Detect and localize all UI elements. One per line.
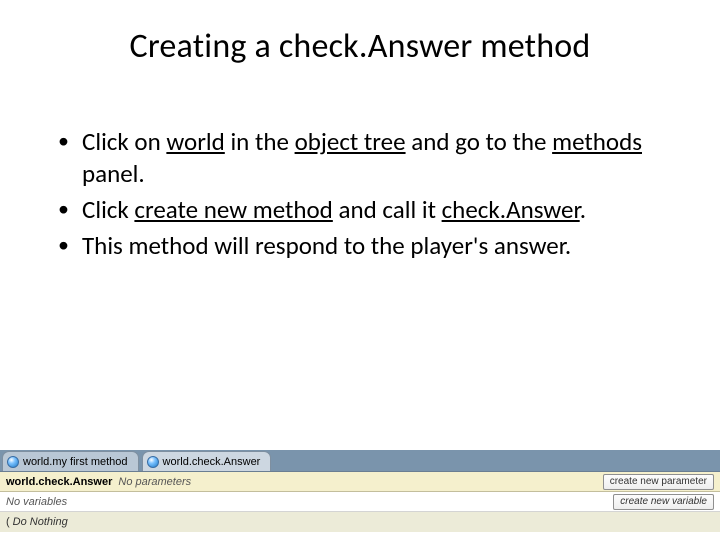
method-name: world.check.Answer bbox=[6, 476, 112, 488]
bullet-text: check.Answer bbox=[442, 194, 580, 225]
open-brace-icon: ( bbox=[6, 516, 10, 528]
bullet-text: Click bbox=[82, 194, 134, 225]
tab[interactable]: world.my first method bbox=[2, 451, 139, 471]
bullet-text: world bbox=[166, 126, 224, 157]
tab-label: world.check.Answer bbox=[163, 456, 261, 468]
method-body-row: ( Do Nothing bbox=[0, 512, 720, 532]
bullet-text: panel. bbox=[82, 158, 145, 189]
bullet-text: methods bbox=[552, 126, 642, 157]
bullet-text: Click on bbox=[82, 126, 166, 157]
bullet-text: and call it bbox=[333, 194, 442, 225]
bullet-text: and go to the bbox=[406, 126, 553, 157]
create-new-variable-button[interactable]: create new variable bbox=[613, 494, 714, 510]
bullet-item: Click create new method and call it chec… bbox=[54, 194, 680, 226]
bullet-text: . bbox=[580, 194, 586, 225]
no-vars-text: No variables bbox=[6, 496, 67, 508]
bullet-text: in the bbox=[225, 126, 295, 157]
variables-row: No variables create new variable bbox=[0, 492, 720, 512]
do-nothing-text: Do Nothing bbox=[13, 516, 68, 528]
tab[interactable]: world.check.Answer bbox=[142, 451, 272, 471]
world-icon bbox=[7, 456, 19, 468]
world-icon bbox=[147, 456, 159, 468]
slide-body: Click on world in the object tree and go… bbox=[54, 126, 680, 266]
bullet-text: create new method bbox=[134, 194, 332, 225]
tab-bar: world.my first method world.check.Answer bbox=[0, 450, 720, 472]
create-new-parameter-button[interactable]: create new parameter bbox=[603, 474, 714, 490]
no-params-text: No parameters bbox=[118, 476, 191, 488]
bullet-text: This method will respond to the player's… bbox=[82, 230, 571, 261]
bullet-list: Click on world in the object tree and go… bbox=[54, 126, 680, 262]
slide-title: Creating a check.Answer method bbox=[0, 26, 720, 67]
signature-row: world.check.Answer No parameters create … bbox=[0, 472, 720, 492]
bullet-item: Click on world in the object tree and go… bbox=[54, 126, 680, 190]
bullet-item: This method will respond to the player's… bbox=[54, 230, 680, 262]
bullet-text: object tree bbox=[295, 126, 406, 157]
tab-label: world.my first method bbox=[23, 456, 128, 468]
method-editor: world.my first method world.check.Answer … bbox=[0, 450, 720, 532]
slide: Creating a check.Answer method Click on … bbox=[0, 0, 720, 540]
